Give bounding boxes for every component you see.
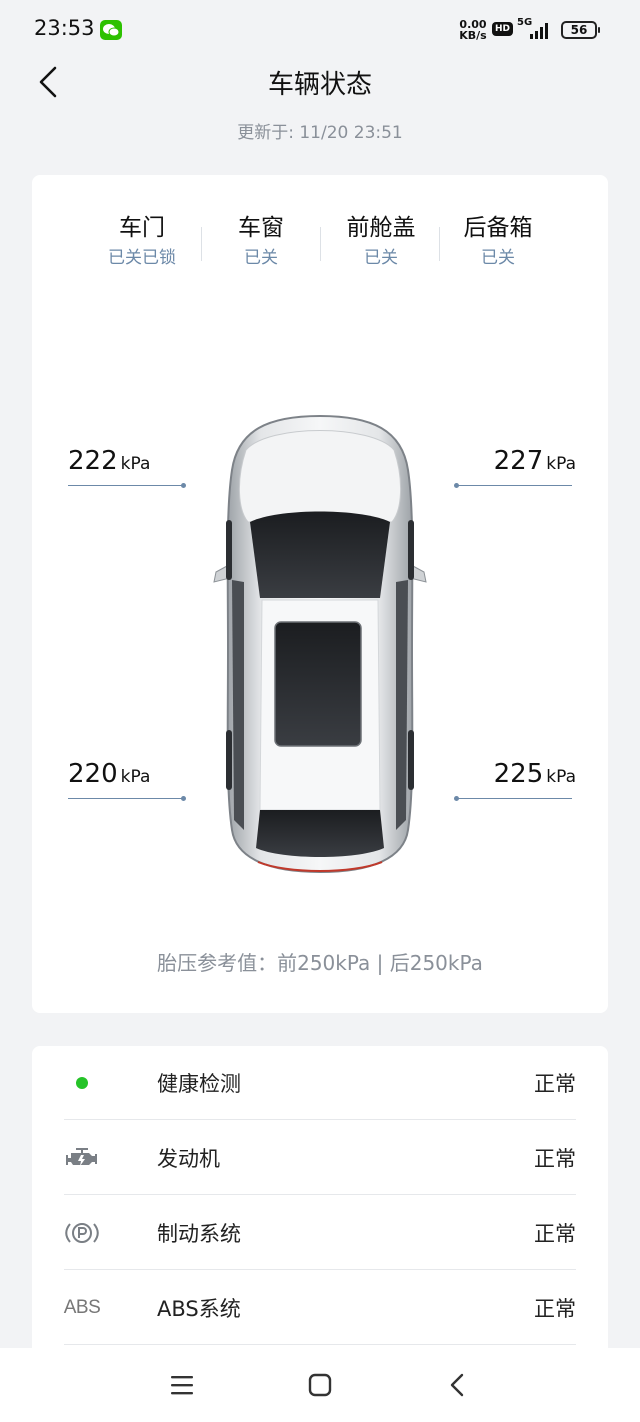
status-bar: 23:53 0.00 KB/s HD 5G 56 xyxy=(0,0,640,60)
tire-pressure-value: 222 xyxy=(68,446,118,476)
tire-pressure-unit: kPa xyxy=(120,767,151,787)
tire-leader-dot xyxy=(181,796,186,801)
engine-icon-graphic xyxy=(66,1148,97,1166)
wechat-icon xyxy=(100,20,122,40)
row-status: 正常 xyxy=(534,1147,576,1171)
status-value: 已关已锁 xyxy=(108,248,176,268)
status-hood: 前舱盖 已关 xyxy=(321,213,441,271)
tire-pressure-unit: kPa xyxy=(546,767,576,787)
car-top-view-image xyxy=(213,414,427,874)
row-status: 正常 xyxy=(534,1072,576,1096)
engine-icon xyxy=(64,1121,100,1195)
abs-icon: ABS xyxy=(63,1271,101,1345)
updated-time: 更新于: 11/20 23:51 xyxy=(237,123,403,143)
status-doors: 车门 已关已锁 xyxy=(82,213,202,271)
battery-icon: 56 xyxy=(561,21,600,39)
tire-leader-dot xyxy=(454,796,459,801)
status-value: 已关 xyxy=(364,248,398,268)
tire-pressure-unit: kPa xyxy=(120,454,151,474)
system-nav-bar xyxy=(0,1348,640,1422)
status-label: 后备箱 xyxy=(463,215,533,241)
tire-pressure-value: 220 xyxy=(68,759,118,789)
tire-front-right: 227 kPa xyxy=(454,446,576,488)
row-label: 发动机 xyxy=(157,1147,220,1171)
health-row-engine[interactable]: 发动机 正常 xyxy=(64,1121,576,1195)
status-windows: 车窗 已关 xyxy=(201,213,321,271)
row-status: 正常 xyxy=(534,1222,576,1246)
row-status: 正常 xyxy=(534,1297,576,1321)
home-icon[interactable] xyxy=(304,1370,336,1400)
menu-icon[interactable] xyxy=(166,1370,198,1400)
tire-leader-dot xyxy=(181,483,186,488)
health-row-abs[interactable]: ABS ABS系统 正常 xyxy=(64,1271,576,1345)
status-dot-icon xyxy=(64,1046,100,1120)
clock: 23:53 xyxy=(34,16,95,40)
tire-pressure-value: 225 xyxy=(493,759,544,789)
row-label: 制动系统 xyxy=(157,1222,241,1246)
tire-leader-line xyxy=(456,485,572,486)
net-speed-unit: KB/s xyxy=(459,29,487,42)
parking-brake-icon xyxy=(64,1196,100,1270)
back-nav-icon[interactable] xyxy=(442,1370,474,1400)
status-value: 已关 xyxy=(481,248,515,268)
page-title: 车辆状态 xyxy=(267,70,372,100)
health-list: 健康检测 正常 发动机 正常 制动系统 正常 ABS ABS系统 正常 xyxy=(32,1046,608,1366)
row-label: 健康检测 xyxy=(157,1072,241,1096)
tire-pressure-reference: 胎压参考值：前250kPa | 后250kPa xyxy=(157,951,483,975)
tire-pressure-unit: kPa xyxy=(546,454,576,474)
hd-badge: HD xyxy=(492,22,514,36)
signal-icon xyxy=(530,23,548,39)
status-trunk: 后备箱 已关 xyxy=(438,213,558,271)
tire-rear-left: 220 kPa xyxy=(68,759,188,801)
net-speed: 0.00 KB/s xyxy=(457,19,489,41)
row-label: ABS系统 xyxy=(157,1297,241,1321)
tire-leader-dot xyxy=(454,483,459,488)
health-row-check[interactable]: 健康检测 正常 xyxy=(64,1046,576,1120)
tire-pressure-value: 227 xyxy=(493,446,544,476)
status-label: 车窗 xyxy=(238,215,284,241)
parking-brake-icon-graphic xyxy=(65,1223,99,1243)
status-value: 已关 xyxy=(244,248,278,268)
abs-icon-text: ABS xyxy=(63,1297,101,1318)
green-dot xyxy=(76,1077,88,1089)
health-row-brake[interactable]: 制动系统 正常 xyxy=(64,1196,576,1270)
tire-leader-line xyxy=(456,798,572,799)
status-label: 前舱盖 xyxy=(346,215,416,241)
tire-front-left: 222 kPa xyxy=(68,446,188,488)
status-label: 车门 xyxy=(119,215,165,241)
tire-leader-line xyxy=(68,798,184,799)
tire-leader-line xyxy=(68,485,184,486)
tire-rear-right: 225 kPa xyxy=(454,759,576,801)
